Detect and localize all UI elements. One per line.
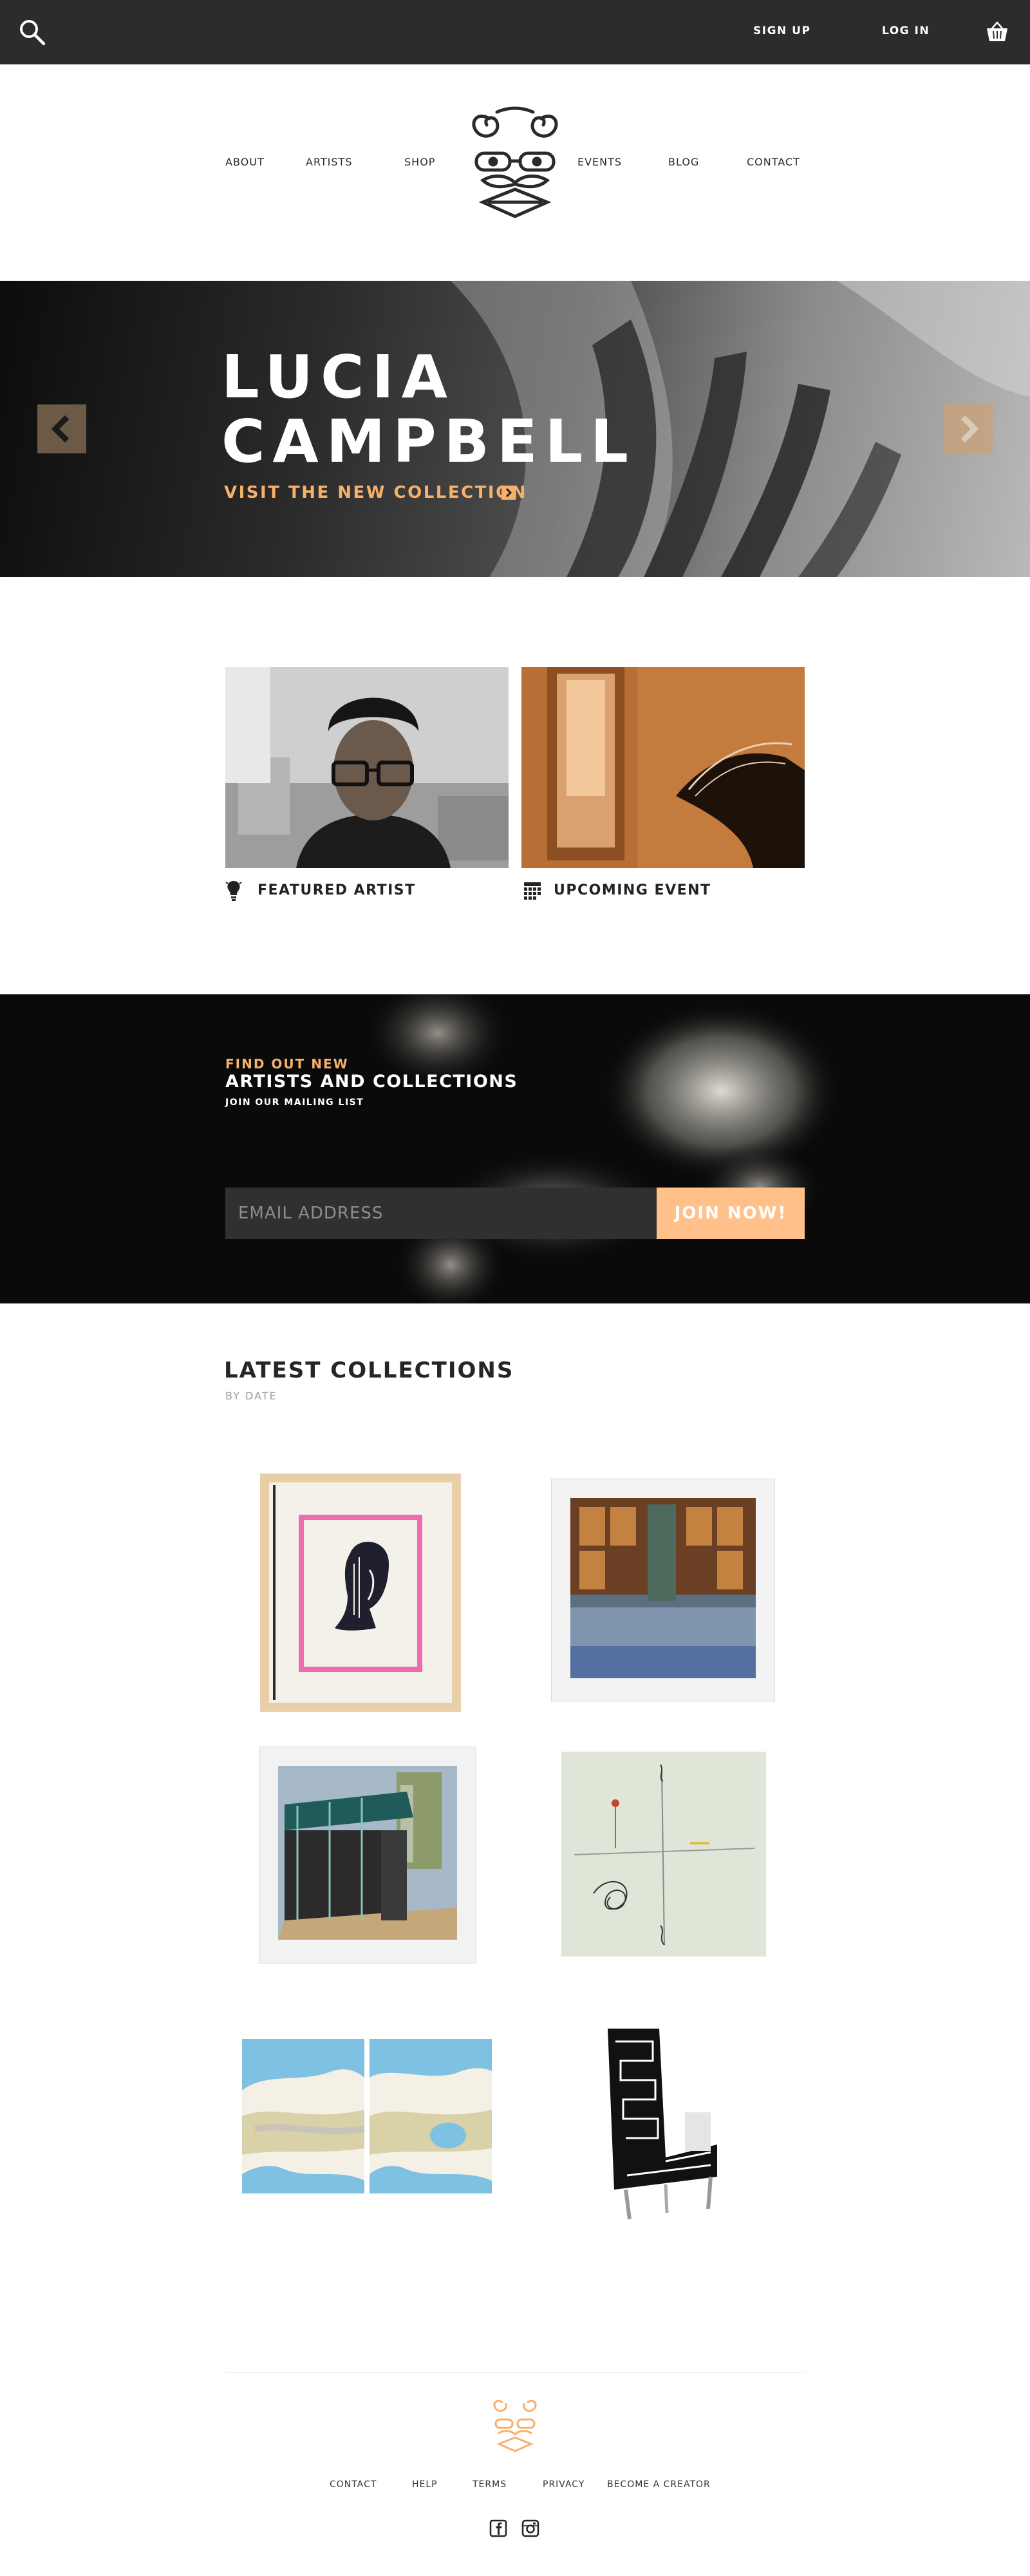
footer-link-contact[interactable]: CONTACT: [330, 2479, 377, 2490]
featured-artist-image[interactable]: [225, 667, 509, 868]
main-nav: ABOUT ARTISTS SHOP EVENTS BLOG CONTACT: [0, 64, 1030, 281]
collection-item-line-drawing[interactable]: [561, 1752, 766, 1956]
nav-item-events[interactable]: EVENTS: [577, 156, 622, 168]
hero-banner: LUCIA CAMPBELL VISIT THE NEW COLLECTION: [0, 281, 1030, 577]
collection-item-diptych-painting[interactable]: [242, 2039, 492, 2193]
nav-item-artists[interactable]: ARTISTS: [306, 156, 352, 168]
top-bar: SIGN UP LOG IN: [0, 0, 1030, 64]
hero-prev-button[interactable]: [37, 404, 86, 453]
mailing-eyebrow: FIND OUT NEW: [225, 1056, 349, 1072]
hero-next-button[interactable]: [944, 404, 993, 453]
facebook-icon[interactable]: [489, 2519, 507, 2537]
email-input[interactable]: [225, 1188, 657, 1239]
collection-item-storefront-photo[interactable]: [551, 1479, 775, 1701]
mailing-list-section: FIND OUT NEW ARTISTS AND COLLECTIONS JOI…: [0, 994, 1030, 1303]
upcoming-event-label[interactable]: UPCOMING EVENT: [554, 882, 711, 898]
footer-link-terms[interactable]: TERMS: [473, 2479, 507, 2490]
hero-title: LUCIA CAMPBELL: [221, 343, 636, 476]
mailing-heading: ARTISTS AND COLLECTIONS: [225, 1072, 518, 1092]
hero-cta-link[interactable]: VISIT THE NEW COLLECTION: [224, 483, 527, 502]
latest-collections-subtitle: BY DATE: [225, 1390, 277, 1402]
footer-link-help[interactable]: HELP: [412, 2479, 438, 2490]
collection-item-portrait-print[interactable]: [260, 1473, 461, 1712]
instagram-icon[interactable]: [521, 2519, 539, 2537]
mailing-background-photo: [360, 994, 843, 1303]
search-icon[interactable]: [18, 18, 46, 46]
featured-artist-label[interactable]: FEATURED ARTIST: [258, 882, 416, 898]
lightbulb-icon: [225, 881, 242, 901]
sign-up-link[interactable]: SIGN UP: [753, 24, 810, 37]
join-now-button[interactable]: JOIN NOW!: [657, 1188, 805, 1239]
nav-item-blog[interactable]: BLOG: [668, 156, 699, 168]
basket-icon[interactable]: [985, 21, 1009, 43]
footer-divider: [225, 2372, 805, 2373]
nav-item-about[interactable]: ABOUT: [225, 156, 265, 168]
footer-mustache-logo[interactable]: [489, 2396, 541, 2454]
chevron-left-icon: [51, 415, 70, 443]
nav-item-contact[interactable]: CONTACT: [747, 156, 800, 168]
mailing-subheading: JOIN OUR MAILING LIST: [225, 1097, 364, 1108]
upcoming-event-image[interactable]: [521, 667, 805, 868]
calendar-icon: [524, 882, 541, 900]
footer-link-privacy[interactable]: PRIVACY: [543, 2479, 585, 2490]
chevron-right-icon: [960, 415, 979, 443]
log-in-link[interactable]: LOG IN: [882, 24, 930, 37]
latest-collections-title: LATEST COLLECTIONS: [224, 1358, 514, 1383]
collection-item-maze-chair[interactable]: [588, 2016, 736, 2222]
nav-item-shop[interactable]: SHOP: [404, 156, 435, 168]
mustache-face-logo[interactable]: [464, 106, 566, 222]
collection-item-subway-entrance-photo[interactable]: [259, 1747, 476, 1964]
chevron-right-small-icon[interactable]: [501, 486, 516, 500]
footer-link-become-a-creator[interactable]: BECOME A CREATOR: [607, 2479, 711, 2490]
